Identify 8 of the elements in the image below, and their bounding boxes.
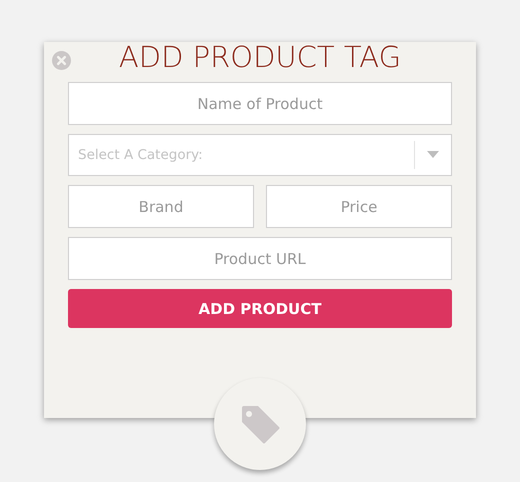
input-field[interactable]: Product URL	[68, 237, 452, 280]
caret-icon	[427, 151, 439, 159]
input-field[interactable]: Name of Product	[68, 82, 452, 125]
dialog-title: ADD PRODUCT TAG	[118, 42, 402, 72]
input-field[interactable]: Brand	[68, 185, 254, 228]
close-icon[interactable]	[52, 51, 71, 70]
add-product-button[interactable]: ADD PRODUCT	[68, 289, 452, 328]
input-field[interactable]: Price	[266, 185, 452, 228]
